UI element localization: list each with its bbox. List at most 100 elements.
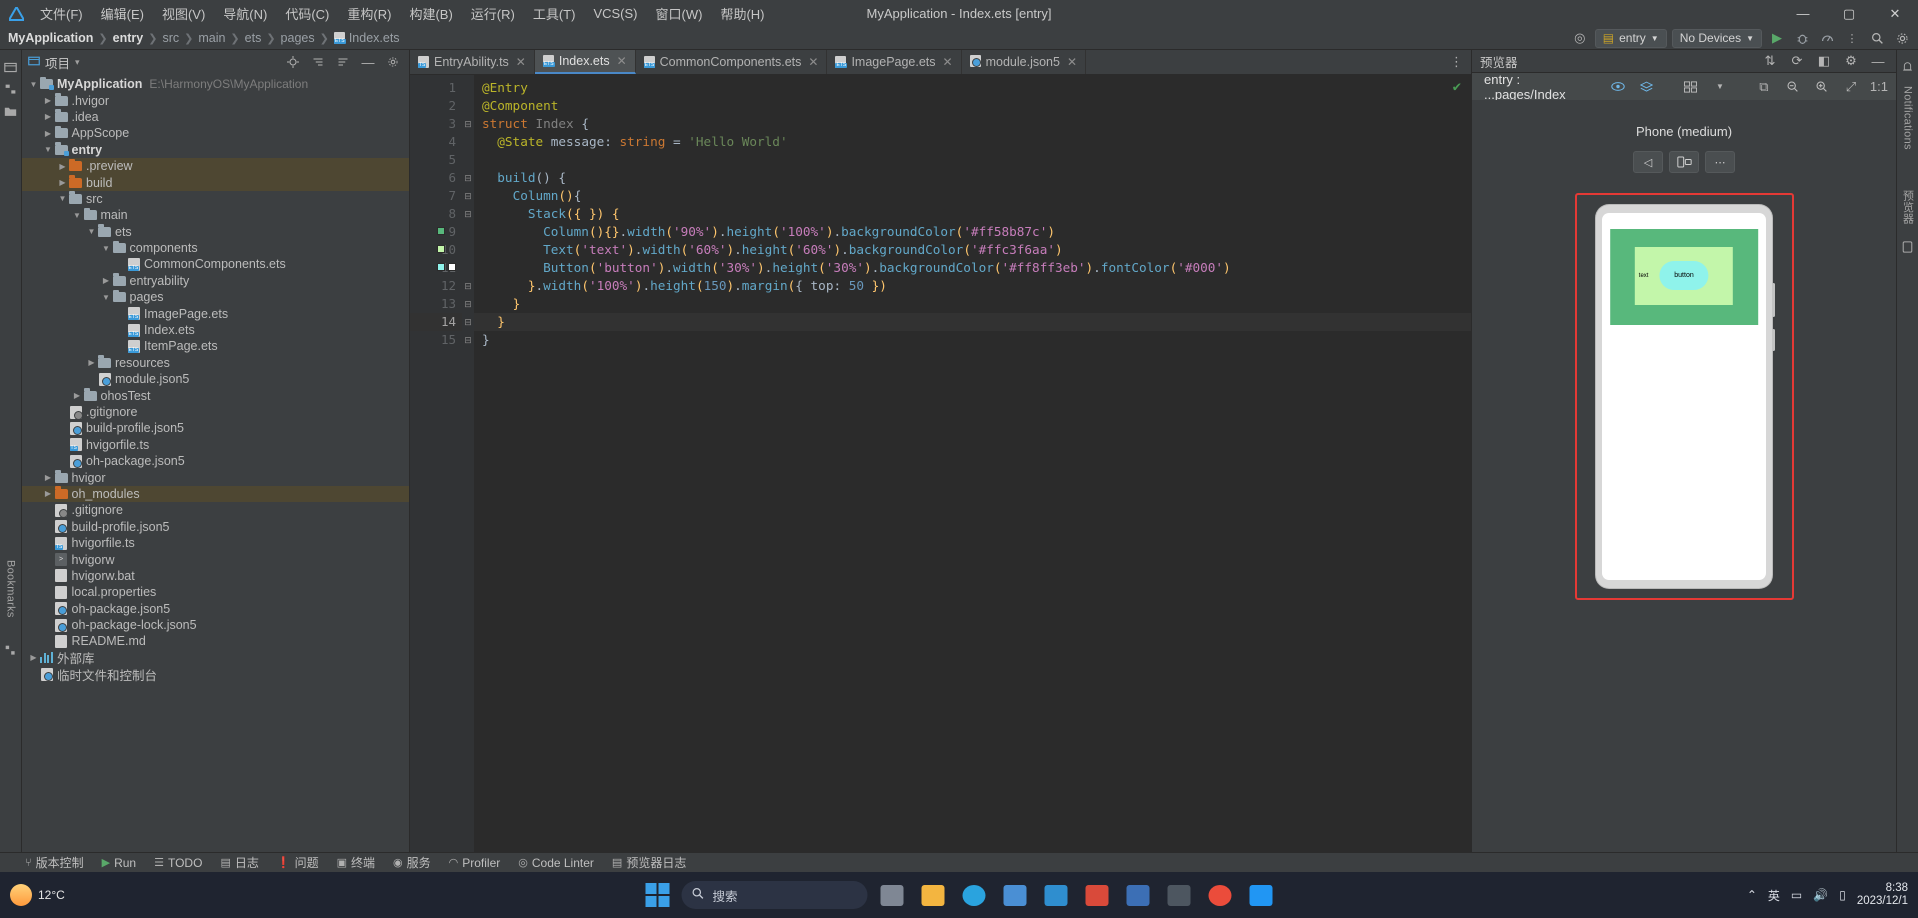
menu-refactor[interactable]: 重构(R): [339, 1, 399, 26]
bottom-bar-profiler[interactable]: ◠ Profiler: [440, 853, 510, 873]
tree-node-oh-package-lock-json5[interactable]: oh-package-lock.json5: [22, 617, 409, 633]
bottom-bar-预览器日志[interactable]: ▤ 预览器日志: [603, 853, 695, 873]
tray-language-indicator[interactable]: 英: [1768, 887, 1780, 904]
fit-screen-icon[interactable]: ⤢: [1841, 77, 1861, 96]
debug-button[interactable]: [1792, 29, 1812, 48]
taskbar-app-harmony[interactable]: [1244, 878, 1278, 912]
tree-node-oh-modules[interactable]: ▶ oh_modules: [22, 485, 409, 503]
code-fold-marker[interactable]: [462, 259, 474, 277]
taskbar-app-chrome[interactable]: [1203, 878, 1237, 912]
tree-node-hvigorw[interactable]: > hvigorw: [22, 551, 409, 567]
code-fold-marker[interactable]: ⊟: [462, 295, 474, 313]
preview-selection-frame[interactable]: text button: [1574, 193, 1794, 600]
line-number[interactable]: 13: [410, 295, 462, 313]
taskbar-app-deveco[interactable]: [1080, 878, 1114, 912]
chevron-down-icon[interactable]: ▼: [86, 227, 97, 236]
notifications-bell-icon[interactable]: [1899, 58, 1917, 76]
code-fold-marker[interactable]: [462, 97, 474, 115]
editor-tab-index-ets[interactable]: ETS Index.ets ✕: [534, 50, 636, 74]
bottom-bar-版本控制[interactable]: ⑂ 版本控制: [16, 853, 93, 873]
line-number[interactable]: 6: [410, 169, 462, 187]
taskbar-app-vscode[interactable]: [1039, 878, 1073, 912]
tree-node-imagepage-ets[interactable]: ETS ImagePage.ets: [22, 305, 409, 321]
settings-gear-icon[interactable]: [1892, 29, 1912, 48]
code-fold-marker[interactable]: [462, 133, 474, 151]
line-number[interactable]: 2: [410, 97, 462, 115]
previewer-inspect-icon[interactable]: ◧: [1814, 52, 1834, 71]
taskbar-app-edge[interactable]: [957, 878, 991, 912]
chevron-right-icon[interactable]: ▶: [86, 358, 97, 367]
taskbar-search-box[interactable]: 搜索: [681, 881, 868, 909]
chevron-down-icon[interactable]: ▼: [101, 244, 112, 253]
code-line[interactable]: Text('text').width('60%').height('60%').…: [474, 241, 1471, 259]
editor-fold-column[interactable]: ⊟ ⊟ ⊟ ⊟ ⊟ ⊟ ⊟ ⊟: [462, 75, 474, 896]
close-tab-icon[interactable]: ✕: [943, 55, 953, 69]
editor-tabs-more-icon[interactable]: ⋮: [1442, 50, 1471, 74]
module-selector[interactable]: ▤ entry ▼: [1594, 28, 1667, 48]
menu-file[interactable]: 文件(F): [32, 1, 91, 26]
more-run-options-icon[interactable]: ⋮: [1842, 29, 1862, 48]
tree-node-src[interactable]: ▼ src: [22, 191, 409, 207]
breadcrumb-main[interactable]: main: [198, 31, 225, 45]
tray-network-icon[interactable]: ▭: [1791, 888, 1802, 902]
rail-bookmarks-label[interactable]: Bookmarks: [5, 560, 17, 618]
tree-node-hvigorfile-ts[interactable]: TS hvigorfile.ts: [22, 437, 409, 453]
panel-settings-gear-icon[interactable]: [383, 53, 403, 72]
code-fold-marker[interactable]: [462, 223, 474, 241]
zoom-level-label[interactable]: 1:1: [1870, 77, 1888, 96]
color-gutter-swatch[interactable]: [437, 227, 445, 235]
code-line[interactable]: }.width('100%').height(150).margin({ top…: [474, 277, 1471, 295]
tree-node-resources[interactable]: ▶ resources: [22, 355, 409, 371]
close-button[interactable]: ✕: [1872, 0, 1918, 27]
code-fold-marker[interactable]: ⊟: [462, 313, 474, 331]
close-tab-icon[interactable]: ✕: [617, 54, 627, 68]
breadcrumb-entry[interactable]: entry: [113, 31, 144, 45]
project-tool-icon[interactable]: [2, 58, 20, 76]
previewer-rail-icon[interactable]: [1899, 238, 1917, 256]
run-button[interactable]: ▶: [1767, 29, 1787, 48]
layers-icon[interactable]: [1637, 77, 1657, 96]
taskbar-weather-widget[interactable]: 12°C: [10, 884, 120, 906]
editor-tab-imagepage-ets[interactable]: ETS ImagePage.ets ✕: [827, 50, 962, 74]
code-fold-marker[interactable]: ⊟: [462, 277, 474, 295]
code-line[interactable]: @Entry: [474, 79, 1471, 97]
tray-battery-icon[interactable]: ▯: [1839, 888, 1846, 902]
chevron-down-icon[interactable]: ▼: [101, 293, 112, 302]
tree-node-pages[interactable]: ▼ pages: [22, 289, 409, 305]
line-number[interactable]: 1: [410, 79, 462, 97]
preview-rotate-button[interactable]: [1669, 151, 1699, 173]
code-fold-marker[interactable]: ⊟: [462, 187, 474, 205]
menu-tools[interactable]: 工具(T): [525, 1, 584, 26]
editor-code-content[interactable]: ✔ @Entry @Component struct Index { @State …: [474, 75, 1471, 896]
menu-view[interactable]: 视图(V): [154, 1, 213, 26]
editor-tab-module-json5[interactable]: module.json5 ✕: [962, 50, 1087, 74]
code-line[interactable]: }: [474, 313, 1471, 331]
chevron-right-icon[interactable]: ▶: [43, 112, 54, 121]
line-number[interactable]: 5: [410, 151, 462, 169]
tree-node-myapplication[interactable]: ▼ MyApplication E:\HarmonyOS\MyApplication: [22, 76, 409, 92]
tree-node-hvigor[interactable]: ▶ hvigor: [22, 469, 409, 485]
minimize-button[interactable]: —: [1780, 0, 1826, 27]
tree-node-entry[interactable]: ▼ entry: [22, 142, 409, 158]
tree-node--gitignore[interactable]: .gitignore: [22, 404, 409, 420]
taskbar-clock[interactable]: 8:38 2023/12/1: [1857, 882, 1908, 908]
chevron-right-icon[interactable]: ▶: [43, 489, 54, 498]
tree-node--idea[interactable]: ▶ .idea: [22, 109, 409, 125]
taskbar-app-task-view[interactable]: [875, 878, 909, 912]
bottom-bar-日志[interactable]: ▤ 日志: [211, 853, 267, 873]
structure-rail-icon[interactable]: [2, 642, 20, 660]
tree-node-commoncomponents-ets[interactable]: ETS CommonComponents.ets: [22, 256, 409, 272]
menu-bar[interactable]: 文件(F) 编辑(E) 视图(V) 导航(N) 代码(C) 重构(R) 构建(B…: [32, 1, 772, 26]
color-gutter-swatch[interactable]: [437, 263, 445, 271]
tree-node--hvigor[interactable]: ▶ .hvigor: [22, 92, 409, 108]
preview-button-component[interactable]: button: [1659, 261, 1709, 290]
code-line[interactable]: @Component: [474, 97, 1471, 115]
code-fold-marker[interactable]: ⊟: [462, 205, 474, 223]
code-fold-marker[interactable]: ⊟: [462, 169, 474, 187]
line-number[interactable]: 10: [410, 241, 462, 259]
code-line[interactable]: Column(){}.width('90%').height('100%').b…: [474, 223, 1471, 241]
search-icon[interactable]: [1867, 29, 1887, 48]
line-number[interactable]: 11: [410, 259, 462, 277]
color-gutter-swatch[interactable]: [437, 245, 445, 253]
chevron-right-icon[interactable]: ▶: [57, 178, 68, 187]
